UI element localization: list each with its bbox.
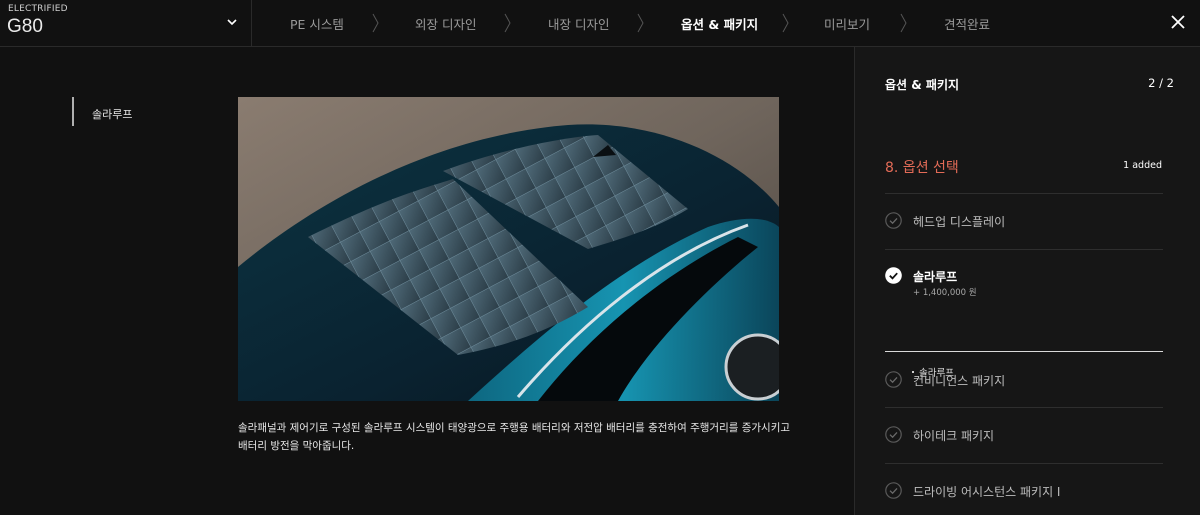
step-preview[interactable]: 미리보기 [824,14,870,33]
panel-page-indicator: 2 / 2 [1148,76,1174,90]
option-description: 솔라패널과 제어기로 구성된 솔라루프 시스템이 태양광으로 주행용 배터리와 … [238,419,798,455]
model-selector[interactable]: ELECTRIFIED G80 [0,0,252,46]
step-options-packages[interactable]: 옵션 & 패키지 [681,14,758,33]
step-navigation: PE 시스템 외장 디자인 내장 디자인 옵션 & 패키지 미리보기 견적완료 [252,0,1152,46]
left-nav-item-solar-roof[interactable]: 솔라루프 [92,106,132,122]
chevron-right-icon [782,13,789,33]
chevron-right-icon [637,13,644,33]
divider [885,193,1163,194]
option-label: 솔라루프 [913,270,958,284]
option-label: 드라이빙 어시스턴스 패키지 I [913,485,1061,499]
option-label: 하이테크 패키지 [913,429,995,443]
option-price: + 1,400,000 원 [913,288,977,298]
model-name: G80 [7,16,43,37]
chevron-down-icon[interactable] [226,16,238,28]
description-line-1: 솔라패널과 제어기로 구성된 솔라루프 시스템이 태양광으로 주행용 배터리와 … [238,422,791,434]
description-line-2: 배터리 방전을 막아줍니다. [238,440,355,452]
model-subtitle: ELECTRIFIED [8,4,68,14]
chevron-right-icon [372,13,379,33]
panel-title: 옵션 & 패키지 [885,78,960,92]
car-solar-roof-illustration [238,97,779,401]
option-image [238,97,779,401]
check-circle-icon[interactable] [885,482,902,499]
divider [885,463,1163,464]
left-nav-indicator [72,97,74,126]
divider [885,351,1163,352]
added-count-badge: 1 added [1123,160,1162,171]
step-exterior-design[interactable]: 외장 디자인 [415,14,476,33]
divider [885,249,1163,250]
check-circle-icon[interactable] [885,426,902,443]
step-interior-design[interactable]: 내장 디자인 [548,14,609,33]
chevron-right-icon [900,13,907,33]
section-title: 8. 옵션 선택 [885,160,959,176]
chevron-right-icon [504,13,511,33]
check-circle-filled-icon[interactable] [885,267,902,284]
top-bar: ELECTRIFIED G80 PE 시스템 외장 디자인 내장 디자인 옵션 … [0,0,1200,47]
option-label: 컨비니언스 패키지 [913,374,1006,388]
step-pe-system[interactable]: PE 시스템 [290,14,344,33]
step-quote-complete[interactable]: 견적완료 [944,14,990,33]
check-circle-icon[interactable] [885,212,902,229]
close-icon[interactable] [1168,12,1188,32]
divider [885,407,1163,408]
check-circle-icon[interactable] [885,371,902,388]
option-label: 헤드업 디스플레이 [913,215,1006,229]
options-panel: 옵션 & 패키지 2 / 2 8. 옵션 선택 1 added 헤드업 디스플레… [854,47,1200,515]
